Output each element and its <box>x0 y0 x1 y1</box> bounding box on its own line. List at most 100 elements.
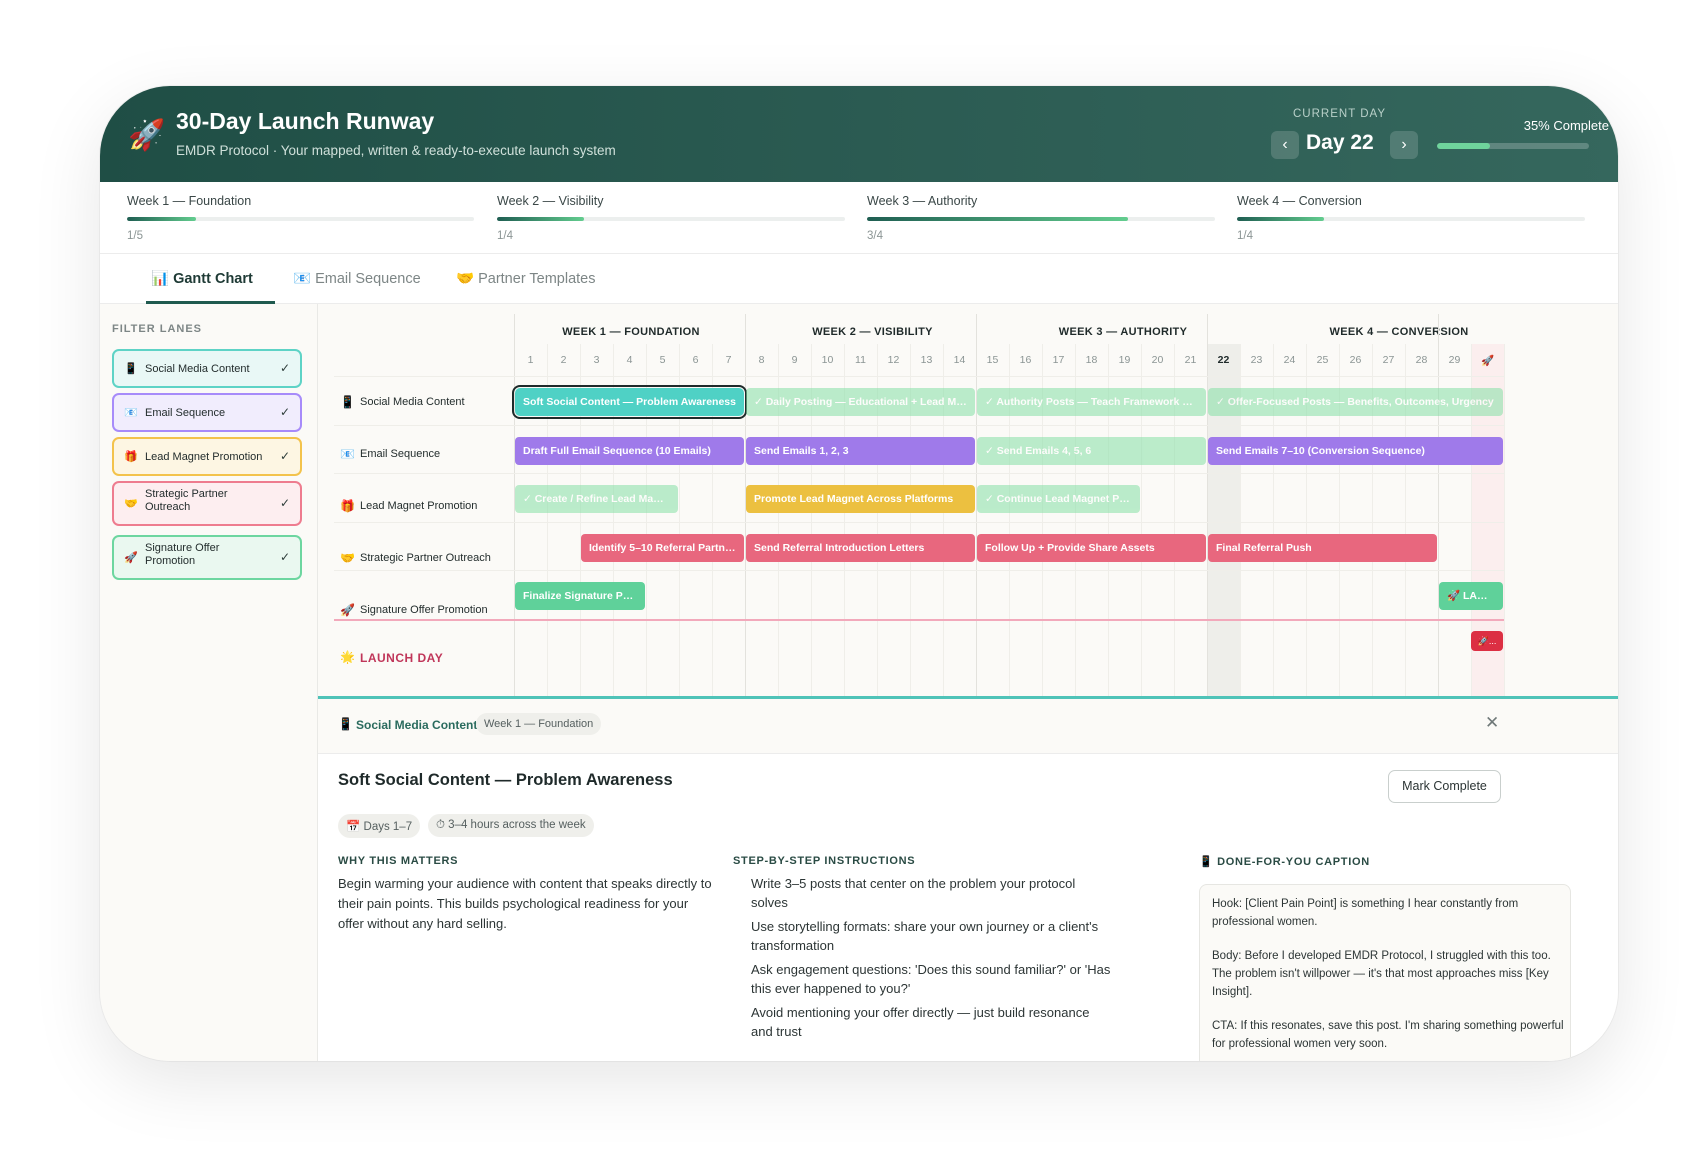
check-icon: ✓ <box>279 405 290 419</box>
email-icon: 📧 <box>340 447 355 461</box>
caption-heading: 📱 DONE-FOR-YOU CAPTION <box>1199 856 1370 868</box>
instruction-step: Use storytelling formats: share your own… <box>751 919 1099 953</box>
lane-label-text: Email Sequence <box>360 448 441 460</box>
phone-icon: 📱 <box>338 717 353 731</box>
day-number: 6 <box>692 354 699 366</box>
gantt-task-bar[interactable]: Send Emails 1, 2, 3 <box>746 436 975 465</box>
week-2-progress[interactable]: Week 2 — Visibility 1/4 <box>497 194 845 242</box>
gantt-task-bar[interactable]: Draft Full Email Sequence (10 Emails) <box>515 436 744 465</box>
close-icon[interactable]: ✕ <box>1485 713 1499 733</box>
day-number: 25 <box>1316 354 1329 366</box>
gantt-task-bar[interactable]: ✓ Send Emails 4, 5, 6 <box>977 436 1206 465</box>
tab-email-sequence[interactable]: 📧 Email Sequence <box>293 270 421 287</box>
page-title: 30-Day Launch Runway <box>176 108 435 134</box>
gantt-task-bar[interactable]: Finalize Signature Pro... <box>515 582 645 610</box>
gantt-task-bar[interactable]: ✓ Daily Posting — Educational + Lead Mag… <box>746 388 975 416</box>
day-number: 10 <box>821 354 834 366</box>
rocket-icon: 🚀 <box>340 603 355 617</box>
day-number: 7 <box>725 354 732 366</box>
launch-day-marker[interactable]: 🚀... <box>1471 630 1503 651</box>
filter-signature-offer[interactable]: 🚀 Signature Offer Promotion ✓ <box>112 535 302 580</box>
week-name: Week 2 — Visibility <box>497 194 604 208</box>
gantt-task-bar[interactable]: Send Referral Introduction Letters <box>746 533 975 562</box>
week-progress-bar: Week 1 — Foundation 1/5 Week 2 — Visibil… <box>100 182 1618 254</box>
week-count: 1/4 <box>497 230 513 242</box>
next-day-button[interactable]: › <box>1390 131 1418 159</box>
day-number: 15 <box>986 354 999 366</box>
week-track <box>1237 217 1585 221</box>
week-1-progress[interactable]: Week 1 — Foundation 1/5 <box>127 194 474 242</box>
gantt-task-bar[interactable]: 🚀 LAUN... <box>1439 582 1503 610</box>
filter-social-media[interactable]: 📱 Social Media Content ✓ <box>112 349 302 388</box>
week-4-progress[interactable]: Week 4 — Conversion 1/4 <box>1237 194 1585 242</box>
day-number: 14 <box>953 354 966 366</box>
gift-icon: 🎁 <box>124 451 138 463</box>
filter-email-sequence[interactable]: 📧 Email Sequence ✓ <box>112 393 302 432</box>
day-number: 21 <box>1184 354 1197 366</box>
filter-strategic-partner[interactable]: 🤝 Strategic Partner Outreach ✓ <box>112 481 302 526</box>
gantt-task-bar[interactable]: Identify 5–10 Referral Partne... <box>581 533 744 562</box>
rocket-icon: 🚀 <box>124 552 138 564</box>
tab-partner-templates[interactable]: 🤝 Partner Templates <box>456 270 596 287</box>
filter-lead-magnet[interactable]: 🎁 Lead Magnet Promotion ✓ <box>112 437 302 476</box>
week-count: 1/4 <box>1237 230 1253 242</box>
gantt-task-bar[interactable]: Final Referral Push <box>1208 533 1437 562</box>
day-number: 27 <box>1382 354 1395 366</box>
gantt-task-bar[interactable]: ✓ Create / Refine Lead Magn... <box>515 485 678 513</box>
tab-gantt-chart[interactable]: 📊 Gantt Chart <box>151 270 253 287</box>
gantt-task-bar[interactable]: ✓ Continue Lead Magnet Pro... <box>977 485 1140 513</box>
handshake-icon: 🤝 <box>340 551 355 565</box>
star-icon: 🌟 <box>340 650 356 664</box>
why-this-matters-heading: WHY THIS MATTERS <box>338 855 459 867</box>
page-subtitle: EMDR Protocol · Your mapped, written & r… <box>176 143 616 158</box>
week-header: WEEK 3 — AUTHORITY <box>1058 326 1188 338</box>
week-3-progress[interactable]: Week 3 — Authority 3/4 <box>867 194 1215 242</box>
filter-label: Strategic Partner Outreach <box>145 488 228 513</box>
row-separator <box>334 376 1504 377</box>
row-separator <box>334 618 1504 621</box>
instruction-step: Write 3–5 posts that center on the probl… <box>751 876 1076 910</box>
instruction-step: Avoid mentioning your offer directly — j… <box>751 1005 1090 1039</box>
rocket-icon: 🚀 <box>128 119 166 152</box>
filter-label: Social Media Content <box>145 363 250 375</box>
gantt-task-bar[interactable]: Send Emails 7–10 (Conversion Sequence) <box>1208 436 1503 465</box>
day-number: 4 <box>626 354 633 366</box>
day-number: 22 <box>1217 354 1230 366</box>
day-number: 2 <box>560 354 567 366</box>
instructions-heading: STEP-BY-STEP INSTRUCTIONS <box>733 855 916 867</box>
row-separator <box>334 570 1504 571</box>
lane-signature-offer: 🚀 Signature Offer Promotion <box>338 586 514 634</box>
handshake-icon: 🤝 <box>124 498 138 510</box>
progress-label: 35% Complete <box>1523 118 1609 133</box>
gantt-task-bar[interactable]: Promote Lead Magnet Across Platforms <box>746 485 975 513</box>
header: 🚀 30-Day Launch Runway EMDR Protocol · Y… <box>100 86 1618 182</box>
why-this-matters-text: Begin warming your audience with content… <box>338 876 712 931</box>
lane-social-media: 📱 Social Media Content <box>338 378 514 426</box>
day-number: 1 <box>527 354 534 366</box>
gantt-task-bar[interactable]: ✓ Authority Posts — Teach Framework Co..… <box>977 388 1206 416</box>
grid-line <box>1207 314 1208 696</box>
phone-icon: 📱 <box>340 395 355 409</box>
week-fill <box>1237 217 1324 221</box>
lane-label-text: Strategic Partner Outreach <box>360 552 491 564</box>
gantt-task-bar[interactable]: Soft Social Content — Problem Awareness <box>512 385 747 419</box>
grid-line <box>1504 344 1505 696</box>
day-number: 13 <box>920 354 933 366</box>
row-separator <box>334 521 1504 523</box>
lane-label-text: Social Media Content <box>360 396 465 408</box>
day-number: 18 <box>1085 354 1098 366</box>
lane-lead-magnet: 🎁 Lead Magnet Promotion <box>338 482 514 530</box>
gantt-task-bar[interactable]: Follow Up + Provide Share Assets <box>977 533 1206 562</box>
caption-box[interactable]: Hook: [Client Pain Point] is something I… <box>1199 884 1571 1061</box>
day-number: 12 <box>887 354 900 366</box>
mark-complete-button[interactable]: Mark Complete <box>1388 770 1501 803</box>
previous-day-button[interactable]: ‹ <box>1271 131 1299 159</box>
detail-lane-name: Social Media Content <box>356 718 478 732</box>
week-name: Week 3 — Authority <box>867 194 978 208</box>
detail-task-title: Soft Social Content — Problem Awareness <box>338 771 673 789</box>
gantt-task-bar[interactable]: ✓ Offer-Focused Posts — Benefits, Outcom… <box>1208 388 1503 416</box>
day-number: 19 <box>1118 354 1131 366</box>
day-number: 26 <box>1349 354 1362 366</box>
caption-cta: CTA: If this resonates, save this post. … <box>1212 1020 1564 1050</box>
gantt-chart: WEEK 1 — FOUNDATION WEEK 2 — VISIBILITY … <box>318 304 1618 696</box>
